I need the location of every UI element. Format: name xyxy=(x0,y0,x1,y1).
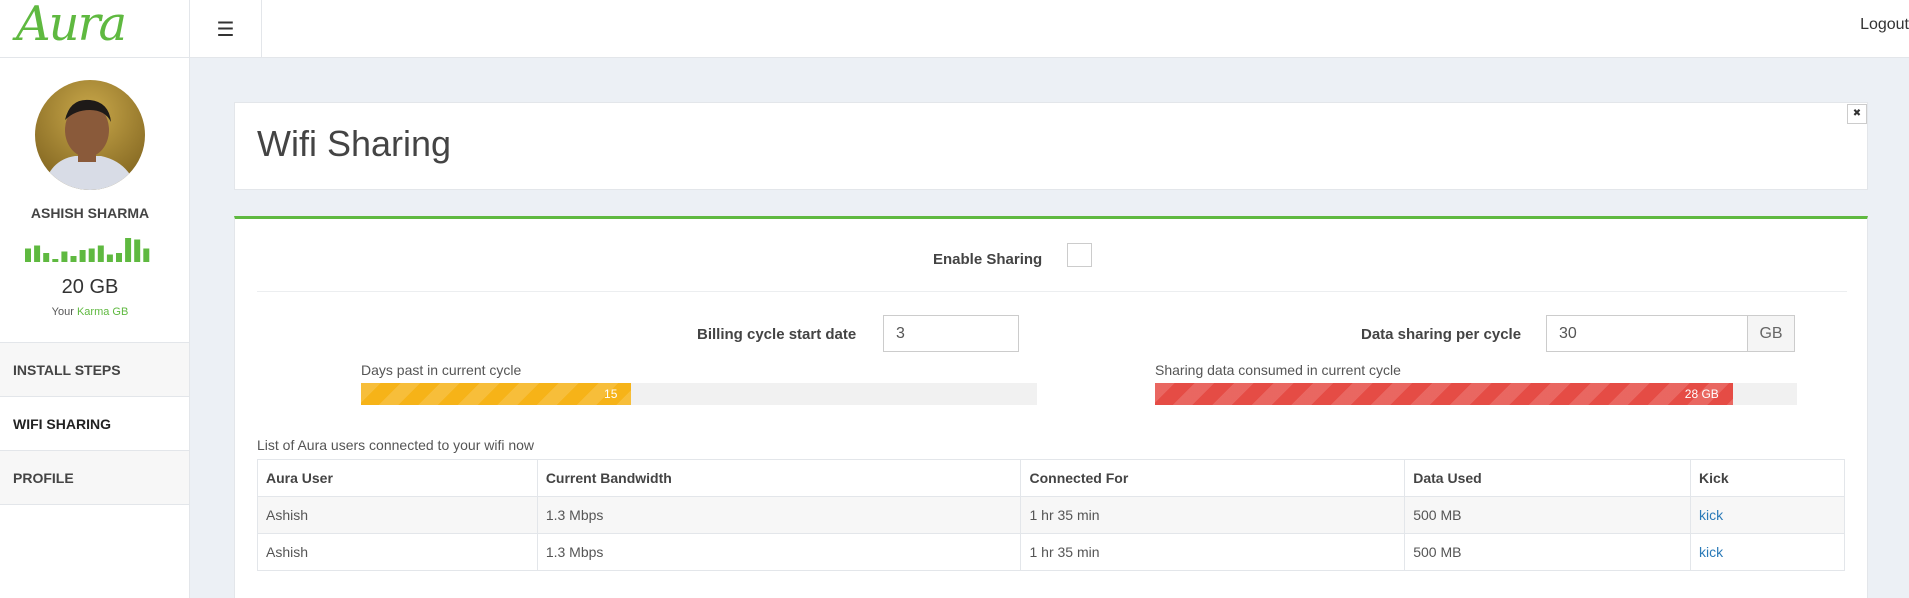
cell-connected-for: 1 hr 35 min xyxy=(1020,533,1406,571)
cell-data-used: 500 MB xyxy=(1404,496,1692,534)
karma-label: Your Karma GB xyxy=(0,306,180,318)
days-progress-bar: 15 xyxy=(361,383,1037,405)
sharing-panel: Enable Sharing Billing cycle start date … xyxy=(234,216,1868,598)
kick-link[interactable]: kick xyxy=(1699,544,1723,560)
karma-gb-link[interactable]: Karma GB xyxy=(77,306,128,318)
kick-link[interactable]: kick xyxy=(1699,507,1723,523)
avatar xyxy=(35,80,145,190)
sidebar: ASHISH SHARMA 20 GB Your Karma GB INSTAL… xyxy=(0,58,190,598)
table-header-row: Aura User Current Bandwidth Connected Fo… xyxy=(257,459,1845,497)
usage-bar xyxy=(79,250,86,262)
usage-bar xyxy=(61,251,68,262)
collapse-button[interactable]: ✖ xyxy=(1847,104,1867,124)
title-box: Wifi Sharing ✖ xyxy=(234,102,1868,190)
menu-toggle-button[interactable]: ☰ xyxy=(190,0,262,58)
header-data-used: Data Used xyxy=(1404,459,1692,497)
data-sharing-label: Data sharing per cycle xyxy=(1361,326,1522,343)
cell-connected-for: 1 hr 35 min xyxy=(1020,496,1406,534)
sidebar-nav: INSTALL STEPS WIFI SHARING PROFILE xyxy=(0,342,189,505)
usage-bar-graph xyxy=(25,238,150,262)
users-table-caption: List of Aura users connected to your wif… xyxy=(257,437,535,453)
sidebar-item-install-steps[interactable]: INSTALL STEPS xyxy=(0,343,189,397)
header-connected-for: Connected For xyxy=(1020,459,1406,497)
header-current-bandwidth: Current Bandwidth xyxy=(536,459,1022,497)
usage-bar xyxy=(25,248,31,262)
days-progress-fill: 15 xyxy=(361,383,632,405)
top-bar: Aura ☰ Logout xyxy=(0,0,1909,58)
user-name: ASHISH SHARMA xyxy=(30,205,150,221)
data-progress-label: Sharing data consumed in current cycle xyxy=(1155,362,1401,378)
karma-value: 20 GB xyxy=(61,276,119,298)
cell-bandwidth: 1.3 Mbps xyxy=(536,496,1022,534)
karma-prefix: Your xyxy=(51,306,74,318)
data-sharing-input[interactable] xyxy=(1546,315,1748,352)
table-row: Ashish 1.3 Mbps 1 hr 35 min 500 MB kick xyxy=(257,533,1845,571)
usage-bar xyxy=(125,238,132,262)
billing-cycle-input[interactable] xyxy=(883,315,1019,352)
days-progress-label: Days past in current cycle xyxy=(361,362,522,378)
collapse-icon: ✖ xyxy=(1852,108,1862,119)
divider xyxy=(257,291,1847,292)
aura-logo[interactable]: Aura xyxy=(16,0,127,52)
usage-bar xyxy=(52,259,59,262)
header-aura-user: Aura User xyxy=(257,459,538,497)
usage-bar xyxy=(97,245,104,262)
sidebar-item-wifi-sharing[interactable]: WIFI SHARING xyxy=(0,397,189,451)
page-title: Wifi Sharing xyxy=(257,123,452,164)
usage-bar xyxy=(34,245,41,262)
logout-link[interactable]: Logout xyxy=(1860,16,1909,34)
usage-bar xyxy=(88,248,95,262)
billing-cycle-label: Billing cycle start date xyxy=(697,326,857,343)
usage-bar xyxy=(106,254,113,262)
cell-data-used: 500 MB xyxy=(1404,533,1692,571)
connected-users-table: Aura User Current Bandwidth Connected Fo… xyxy=(257,459,1845,571)
usage-bar xyxy=(43,253,50,262)
usage-bar xyxy=(134,239,141,262)
data-unit-addon: GB xyxy=(1747,315,1795,352)
usage-bar xyxy=(70,256,77,262)
enable-sharing-checkbox[interactable] xyxy=(1067,243,1092,267)
cell-kick: kick xyxy=(1690,533,1845,571)
usage-bar xyxy=(116,253,122,262)
cell-aura-user: Ashish xyxy=(257,496,538,534)
data-progress-fill: 28 GB xyxy=(1155,383,1733,405)
sidebar-item-profile[interactable]: PROFILE xyxy=(0,451,189,505)
usage-bar xyxy=(143,248,150,262)
data-progress-bar: 28 GB xyxy=(1155,383,1797,405)
header-kick: Kick xyxy=(1690,459,1845,497)
logo-area: Aura xyxy=(0,0,190,58)
enable-sharing-label: Enable Sharing xyxy=(933,251,1043,268)
cell-kick: kick xyxy=(1690,496,1845,534)
cell-aura-user: Ashish xyxy=(257,533,538,571)
hamburger-icon: ☰ xyxy=(216,18,235,41)
table-row: Ashish 1.3 Mbps 1 hr 35 min 500 MB kick xyxy=(257,496,1845,534)
cell-bandwidth: 1.3 Mbps xyxy=(536,533,1022,571)
